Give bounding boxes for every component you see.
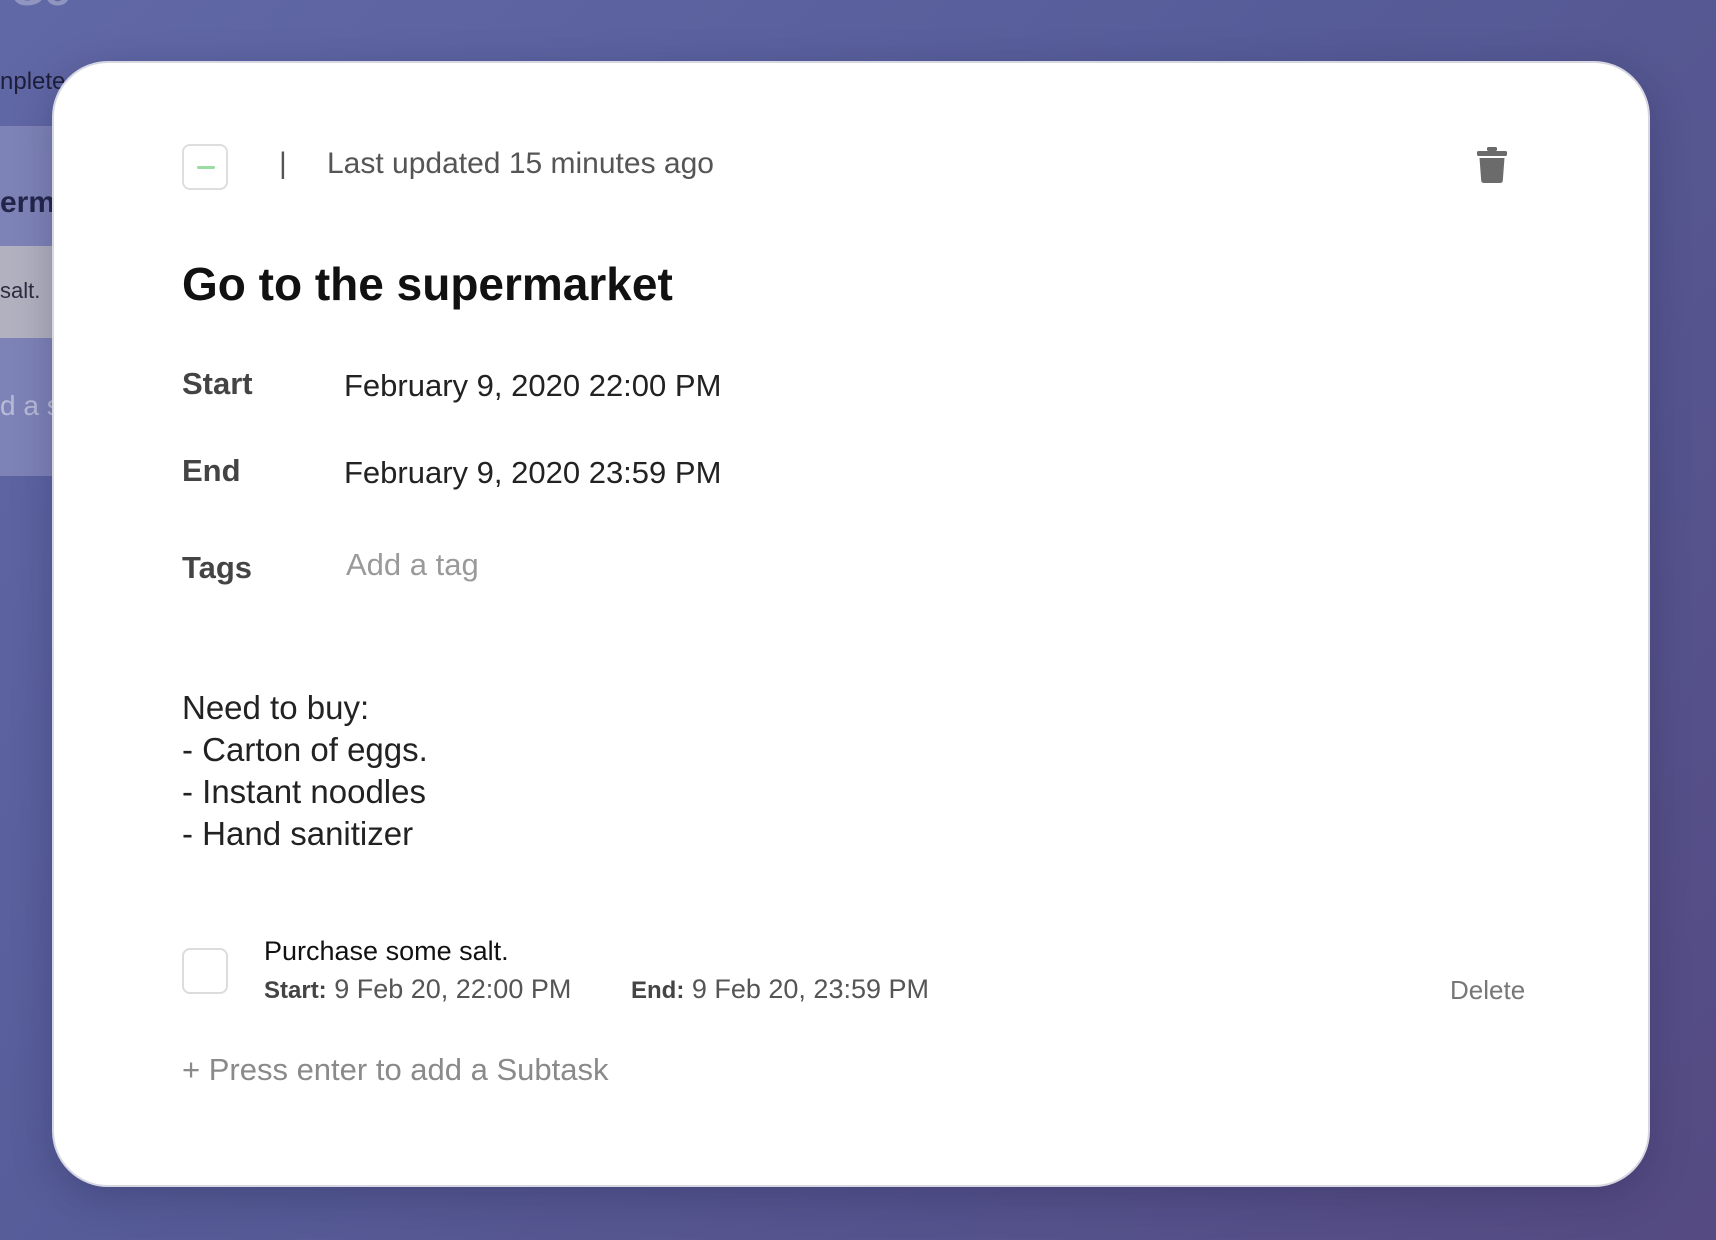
- subtask-checkbox[interactable]: [182, 948, 228, 994]
- start-date-value[interactable]: February 9, 2020 22:00 PM: [344, 368, 721, 404]
- notes-line: - Carton of eggs.: [182, 731, 428, 768]
- task-detail-modal: | Last updated 15 minutes ago Go to the …: [52, 61, 1650, 1187]
- background-heading: Go: [10, 0, 71, 16]
- subtask-start: Start: 9 Feb 20, 22:00 PM: [264, 974, 571, 1005]
- trash-icon[interactable]: [1477, 147, 1507, 183]
- last-updated-text: Last updated 15 minutes ago: [327, 147, 714, 180]
- subtask-end-label: End:: [631, 977, 685, 1004]
- tags-label: Tags: [182, 550, 253, 585]
- start-label: Start: [182, 366, 253, 401]
- end-date-value[interactable]: February 9, 2020 23:59 PM: [344, 455, 721, 491]
- notes-line: Need to buy:: [182, 689, 370, 726]
- subtask-title[interactable]: Purchase some salt.: [264, 936, 509, 967]
- subtask-start-label: Start:: [264, 977, 327, 1004]
- subtask-end: End: 9 Feb 20, 23:59 PM: [631, 974, 929, 1005]
- notes-line: - Instant noodles: [182, 773, 426, 810]
- task-status-checkbox[interactable]: [182, 144, 228, 190]
- add-subtask-input[interactable]: [182, 1048, 782, 1092]
- notes-line: - Hand sanitizer: [182, 815, 414, 852]
- background-subtask-text: salt.: [0, 278, 41, 303]
- subtask-start-value: 9 Feb 20, 22:00 PM: [334, 974, 572, 1004]
- header-separator: |: [279, 147, 287, 180]
- subtask-delete-button[interactable]: Delete: [1450, 975, 1525, 1006]
- end-label: End: [182, 453, 241, 488]
- task-title[interactable]: Go to the supermarket: [182, 257, 673, 311]
- minus-icon: [197, 166, 215, 169]
- background-completed-label: nplete: [0, 68, 66, 95]
- task-notes[interactable]: Need to buy: - Carton of eggs. - Instant…: [182, 687, 428, 855]
- subtask-end-value: 9 Feb 20, 23:59 PM: [691, 974, 929, 1004]
- add-tag-input[interactable]: [344, 543, 708, 587]
